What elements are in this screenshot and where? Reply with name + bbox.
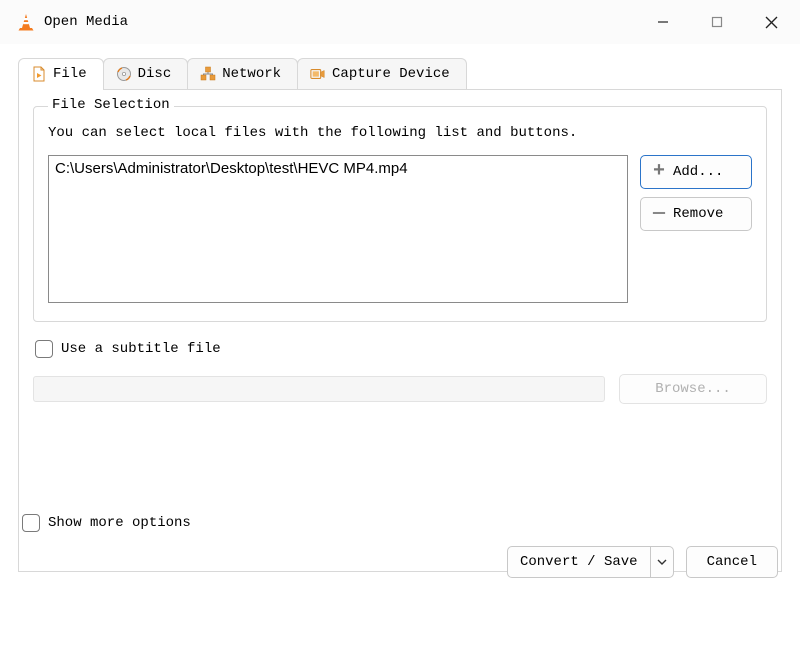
- disc-icon: [116, 66, 132, 82]
- tab-file[interactable]: File: [18, 58, 104, 89]
- tab-panel-file: File Selection You can select local file…: [18, 90, 782, 572]
- use-subtitle-label: Use a subtitle file: [61, 341, 221, 357]
- remove-button-label: Remove: [673, 206, 723, 222]
- add-button[interactable]: + Add...: [640, 155, 752, 189]
- file-selection-legend: File Selection: [48, 97, 174, 113]
- tab-label: Network: [222, 66, 281, 82]
- tab-network[interactable]: Network: [187, 58, 298, 89]
- minimize-button[interactable]: [636, 0, 690, 44]
- cancel-button[interactable]: Cancel: [686, 546, 778, 578]
- use-subtitle-checkbox[interactable]: [35, 340, 53, 358]
- title-bar: Open Media: [0, 0, 800, 44]
- file-icon: [31, 66, 47, 82]
- convert-save-split-button: Convert / Save: [507, 546, 674, 578]
- file-list[interactable]: C:\Users\Administrator\Desktop\test\HEVC…: [48, 155, 628, 303]
- tab-label: File: [53, 66, 87, 82]
- tab-label: Capture Device: [332, 66, 450, 82]
- file-selection-helper: You can select local files with the foll…: [48, 125, 752, 141]
- window-title: Open Media: [44, 14, 636, 30]
- vlc-cone-icon: [16, 12, 36, 32]
- file-list-item[interactable]: C:\Users\Administrator\Desktop\test\HEVC…: [55, 160, 621, 177]
- add-button-label: Add...: [673, 164, 723, 180]
- tab-capture-device[interactable]: Capture Device: [297, 58, 467, 89]
- tab-disc[interactable]: Disc: [103, 58, 189, 89]
- maximize-button[interactable]: [690, 0, 744, 44]
- media-source-tabs: File Disc Networ: [18, 58, 782, 90]
- chevron-down-icon: [657, 559, 667, 565]
- minus-icon: —: [651, 204, 667, 224]
- show-more-options-label: Show more options: [48, 515, 191, 531]
- show-more-options-checkbox[interactable]: [22, 514, 40, 532]
- capture-device-icon: [310, 66, 326, 82]
- browse-button: Browse...: [619, 374, 767, 404]
- tab-label: Disc: [138, 66, 172, 82]
- window-controls: [636, 0, 798, 44]
- plus-icon: +: [651, 162, 667, 182]
- subtitle-path-input: [33, 376, 605, 402]
- network-icon: [200, 66, 216, 82]
- close-button[interactable]: [744, 0, 798, 44]
- convert-save-dropdown[interactable]: [651, 547, 673, 577]
- remove-button[interactable]: — Remove: [640, 197, 752, 231]
- convert-save-button[interactable]: Convert / Save: [508, 547, 651, 577]
- file-selection-group: File Selection You can select local file…: [33, 106, 767, 322]
